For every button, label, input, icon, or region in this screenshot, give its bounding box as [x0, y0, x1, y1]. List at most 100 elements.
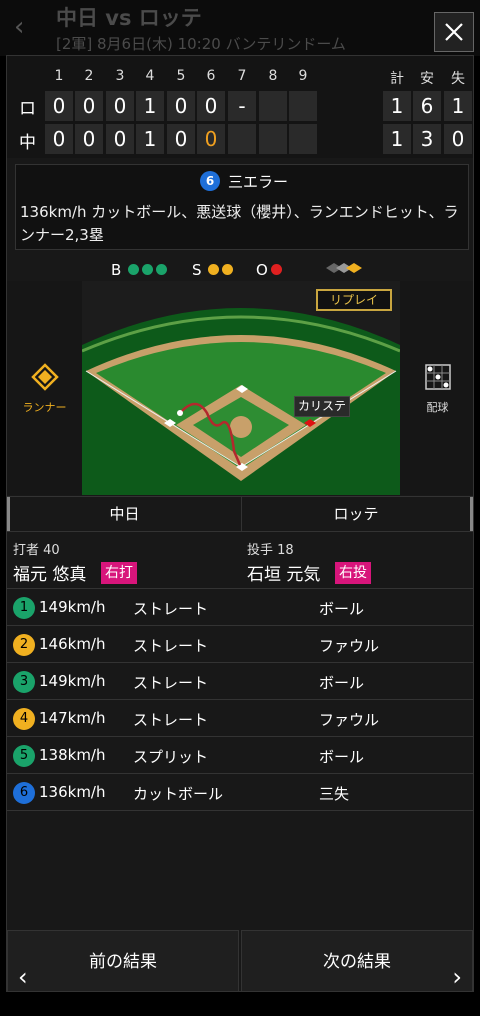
inning-header: 5	[176, 68, 186, 84]
totals-header: 安	[420, 71, 434, 87]
strike-dot	[222, 264, 233, 275]
team-abbr-away: ロ	[19, 99, 36, 119]
batter-hand-badge: 右打	[101, 562, 137, 584]
runner-panel[interactable]: ランナー	[7, 281, 82, 495]
inning-header: 7	[237, 68, 247, 84]
inning-score-cell: 0	[75, 91, 103, 121]
pitch-number-badge: 3	[13, 671, 35, 693]
pitch-row[interactable]: 4 147km/h ストレート ファウル	[7, 699, 473, 736]
replay-button[interactable]: リプレイ	[316, 289, 392, 311]
fielder-tag: カリステ	[294, 396, 350, 417]
pitch-row[interactable]: 3 149km/h ストレート ボール	[7, 662, 473, 699]
play-description: 136km/h カットボール、悪送球（櫻井）、ランエンドヒット、ランナー2,3塁	[20, 203, 459, 244]
pitch-type: ストレート	[133, 711, 209, 729]
inning-header: 9	[298, 68, 308, 84]
pitch-speed: 147km/h	[39, 709, 106, 727]
pitch-result: ボール	[319, 600, 365, 618]
team-tabs: 中日 ロッテ	[7, 496, 473, 532]
runner-label: ランナー	[22, 401, 67, 414]
inning-score-cell: 0	[45, 124, 73, 154]
play-result: 三エラー	[228, 173, 289, 191]
pitch-result: ファウル	[319, 711, 380, 729]
pitch-speed: 149km/h	[39, 598, 106, 616]
batter-info: 打者 40 福元 悠真 右打	[7, 532, 241, 588]
inning-score-cell: 0	[197, 124, 225, 154]
game-subtitle: [2軍] 8月6日(木) 10:20 バンテリンドーム	[56, 35, 346, 53]
totals-header: 計	[390, 71, 404, 87]
tab-away-team[interactable]: ロッテ	[241, 497, 473, 531]
inning-score-cell	[228, 124, 256, 154]
pitch-list-divider	[7, 810, 473, 811]
inning-score-cell: 0	[106, 124, 134, 154]
inning-score-cell: 0	[45, 91, 73, 121]
scoreboard: 123456789計安失 ロ 中 000100-161000100130	[7, 56, 473, 158]
pitcher-name: 石垣 元気	[247, 565, 321, 585]
close-icon	[445, 23, 463, 41]
strike-dot	[208, 264, 219, 275]
out-count-label: O	[256, 261, 268, 279]
pitch-result: ファウル	[319, 637, 380, 655]
pitcher-hand-badge: 右投	[335, 562, 371, 584]
total-cell: 3	[413, 124, 441, 154]
pitcher-info: 投手 18 石垣 元気 右投	[241, 532, 473, 588]
tab-home-team[interactable]: 中日	[7, 497, 239, 531]
chevron-left-icon[interactable]: ‹	[14, 12, 24, 42]
result-nav: ‹ 前の結果 次の結果 ›	[7, 930, 473, 991]
team-abbr-home: 中	[19, 133, 36, 153]
pitch-chart-icon	[425, 364, 451, 390]
play-number-badge: 6	[200, 171, 220, 191]
pitch-number-badge: 5	[13, 745, 35, 767]
prev-result-button[interactable]: ‹ 前の結果	[7, 930, 239, 991]
pitch-number-badge: 1	[13, 597, 35, 619]
pitch-type: ストレート	[133, 674, 209, 692]
inning-score-cell: 1	[136, 91, 164, 121]
pitch-row[interactable]: 2 146km/h ストレート ファウル	[7, 625, 473, 662]
pitch-type: カットボール	[133, 785, 224, 803]
pitch-number-badge: 2	[13, 634, 35, 656]
inning-score-cell: 0	[75, 124, 103, 154]
pitcher-role: 投手 18	[247, 543, 294, 558]
pitch-speed: 146km/h	[39, 635, 106, 653]
pitch-type: ストレート	[133, 600, 209, 618]
pitch-row[interactable]: 5 138km/h スプリット ボール	[7, 736, 473, 773]
pitch-chart-panel[interactable]: 配球	[400, 281, 473, 495]
pitch-number-badge: 6	[13, 782, 35, 804]
runner-diamond-icon	[31, 363, 59, 391]
strike-count-label: S	[192, 261, 202, 279]
base-runner-icon	[326, 263, 362, 273]
inning-score-cell: 0	[167, 124, 195, 154]
pitch-type: ストレート	[133, 637, 209, 655]
batter-role: 打者 40	[13, 543, 60, 558]
inning-score-cell: 0	[167, 91, 195, 121]
inning-score-cell: -	[228, 91, 256, 121]
ball-count-label: B	[111, 261, 122, 279]
totals-header: 失	[451, 71, 465, 87]
pitch-row[interactable]: 1 149km/h ストレート ボール	[7, 588, 473, 625]
total-cell: 1	[383, 91, 411, 121]
batter-name: 福元 悠真	[13, 565, 87, 585]
ball-dot	[128, 264, 139, 275]
game-title: 中日 vs ロッテ	[56, 6, 202, 30]
pitch-result: ボール	[319, 674, 365, 692]
inning-score-cell: 0	[106, 91, 134, 121]
total-cell: 6	[413, 91, 441, 121]
inning-header: 8	[268, 68, 278, 84]
pitch-row[interactable]: 6 136km/h カットボール 三失	[7, 773, 473, 810]
inning-score-cell: 0	[197, 91, 225, 121]
inning-header: 4	[145, 68, 155, 84]
total-cell: 1	[383, 124, 411, 154]
pitch-speed: 138km/h	[39, 746, 106, 764]
total-cell: 0	[444, 124, 472, 154]
pitch-speed: 136km/h	[39, 783, 106, 801]
baseball-field	[82, 281, 400, 495]
chevron-left-icon: ‹	[18, 963, 28, 991]
close-button[interactable]	[434, 12, 474, 52]
inning-score-cell	[289, 91, 317, 121]
ball-dot	[156, 264, 167, 275]
ball-dot	[142, 264, 153, 275]
inning-header: 6	[206, 68, 216, 84]
play-description-box: 6 三エラー 136km/h カットボール、悪送球（櫻井）、ランエンドヒット、ラ…	[15, 164, 469, 250]
inning-score-cell	[259, 124, 287, 154]
chevron-right-icon: ›	[452, 963, 462, 991]
next-result-button[interactable]: 次の結果 ›	[241, 930, 473, 991]
